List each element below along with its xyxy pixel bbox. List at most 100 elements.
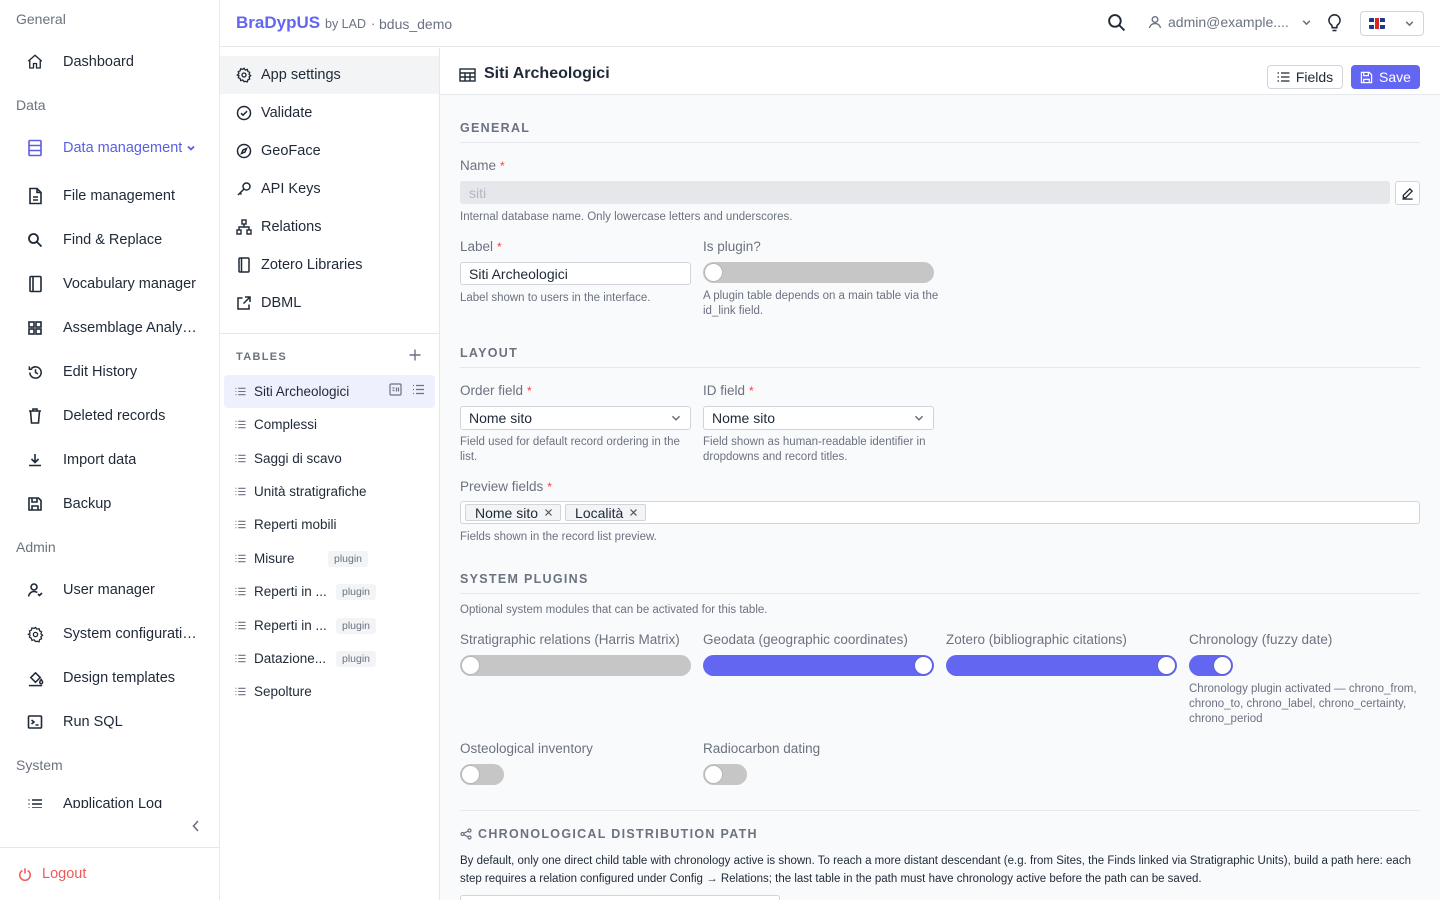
- id-field-label: ID field *: [703, 383, 754, 398]
- sidebar-item-application-log[interactable]: Application Log: [24, 795, 162, 808]
- uk-flag-icon: [1369, 18, 1385, 29]
- table-item-saggi-di-scavo[interactable]: Saggi di scavo: [224, 442, 435, 475]
- sidebar-clip: Application Log: [0, 795, 219, 808]
- sidebar-item-backup[interactable]: Backup: [24, 489, 111, 519]
- user-email: admin@example....: [1168, 14, 1289, 30]
- trash-icon: [24, 405, 46, 427]
- sidebar-item-label: System configuration: [63, 626, 197, 642]
- list-icon: [235, 553, 246, 564]
- menu-relations[interactable]: Relations: [220, 208, 439, 246]
- sidebar-item-run-sql[interactable]: Run SQL: [24, 707, 123, 737]
- section-layout-heading: LAYOUT: [460, 346, 519, 360]
- brand-separator: ·: [371, 16, 376, 31]
- menu-zotero-libraries[interactable]: Zotero Libraries: [220, 246, 439, 284]
- user-icon: [1148, 15, 1162, 29]
- external-link-icon: [235, 294, 253, 312]
- key-icon: [235, 180, 253, 198]
- table-item-complessi[interactable]: Complessi: [224, 408, 435, 441]
- plugin-badge: plugin: [328, 550, 369, 567]
- name-field-label: Name *: [460, 158, 505, 173]
- search-icon[interactable]: [1107, 13, 1126, 35]
- label-hint: Label shown to users in the interface.: [460, 292, 651, 304]
- list-icon: [235, 620, 246, 631]
- chronology-hint: Chronology plugin activated — chrono_fro…: [1189, 683, 1417, 725]
- sidebar-item-deleted-records[interactable]: Deleted records: [24, 401, 165, 431]
- language-select[interactable]: [1360, 11, 1424, 36]
- chrono-path-select[interactable]: [460, 895, 780, 900]
- menu-app-settings[interactable]: App settings: [220, 56, 439, 94]
- sidebar-item-design-templates[interactable]: Design templates: [24, 663, 175, 693]
- app-brand[interactable]: BraDypUS: [236, 13, 320, 33]
- menu-dbml[interactable]: DBML: [220, 284, 439, 322]
- save-button[interactable]: Save: [1351, 65, 1420, 89]
- zotero-label: Zotero (bibliographic citations): [946, 632, 1127, 647]
- history-icon: [24, 361, 46, 383]
- table-item-reperti-in-2[interactable]: Reperti in ... plugin: [224, 609, 435, 642]
- table-item-unita-stratigrafiche[interactable]: Unità stratigrafiche: [224, 475, 435, 508]
- table-item-reperti-mobili[interactable]: Reperti mobili: [224, 508, 435, 541]
- fields-button[interactable]: Fields: [1267, 65, 1343, 89]
- order-field-select[interactable]: Nome sito: [460, 406, 691, 430]
- user-menu[interactable]: admin@example....: [1148, 14, 1312, 30]
- toggle-knob: [705, 264, 722, 281]
- add-table-button[interactable]: [408, 348, 422, 362]
- sidebar-item-dashboard[interactable]: Dashboard: [24, 47, 134, 77]
- sql-icon[interactable]: [389, 383, 402, 396]
- menu-validate[interactable]: Validate: [220, 94, 439, 132]
- chrono-path-description: By default, only one direct child table …: [460, 855, 1411, 885]
- menu-geoface[interactable]: GeoFace: [220, 132, 439, 170]
- plugin-badge: plugin: [336, 650, 377, 667]
- table-name: Reperti mobili: [254, 517, 337, 532]
- lightbulb-icon[interactable]: [1325, 13, 1344, 36]
- table-item-sepolture[interactable]: Sepolture: [224, 675, 435, 708]
- list-icon: [235, 386, 246, 397]
- menu-api-keys[interactable]: API Keys: [220, 170, 439, 208]
- stratigraphic-toggle[interactable]: [460, 655, 691, 676]
- table-name: Datazione...: [254, 651, 327, 666]
- close-icon[interactable]: [629, 508, 638, 517]
- sidebar-item-label: Backup: [63, 496, 112, 512]
- plugins-description: Optional system modules that can be acti…: [460, 604, 768, 616]
- sidebar-item-find-replace[interactable]: Find & Replace: [24, 225, 162, 255]
- close-icon[interactable]: [544, 508, 553, 517]
- sidebar-item-import-data[interactable]: Import data: [24, 445, 136, 475]
- sidebar-item-label: Import data: [63, 452, 137, 468]
- edit-name-button[interactable]: [1395, 181, 1420, 205]
- sidebar-item-edit-history[interactable]: Edit History: [24, 357, 137, 387]
- toggle-knob: [462, 657, 479, 674]
- radiocarbon-toggle[interactable]: [703, 764, 747, 785]
- sidebar-item-assemblage[interactable]: Assemblage Analysis: [24, 313, 197, 343]
- preview-fields-input[interactable]: Nome sito Località: [460, 501, 1420, 524]
- geodata-label: Geodata (geographic coordinates): [703, 632, 908, 647]
- sidebar-item-user-manager[interactable]: User manager: [24, 575, 155, 605]
- name-field: siti: [460, 181, 1390, 204]
- table-item-reperti-in-1[interactable]: Reperti in ... plugin: [224, 575, 435, 608]
- sidebar-item-file-management[interactable]: File management: [24, 181, 175, 211]
- list-icon[interactable]: [412, 383, 425, 396]
- section-divider: [460, 810, 1420, 811]
- table-item-siti-archeologici[interactable]: Siti Archeologici: [224, 375, 435, 408]
- sidebar-item-label: Data management: [63, 140, 183, 156]
- sidebar-item-data-management[interactable]: Data management: [24, 133, 196, 163]
- table-item-misure[interactable]: Misure plugin: [224, 542, 435, 575]
- section-plugins-heading: SYSTEM PLUGINS: [460, 572, 589, 586]
- is-plugin-toggle[interactable]: [703, 262, 934, 283]
- osteological-toggle[interactable]: [460, 764, 504, 785]
- label-field[interactable]: Siti Archeologici: [460, 262, 691, 285]
- toggle-knob: [462, 766, 479, 783]
- sidebar-item-vocabulary[interactable]: Vocabulary manager: [24, 269, 196, 299]
- list-icon: [235, 486, 246, 497]
- chronology-toggle[interactable]: [1189, 655, 1233, 676]
- table-item-datazione[interactable]: Datazione... plugin: [224, 642, 435, 675]
- id-field-select[interactable]: Nome sito: [703, 406, 934, 430]
- geodata-toggle[interactable]: [703, 655, 934, 676]
- zotero-toggle[interactable]: [946, 655, 1177, 676]
- chevron-left-icon: [191, 819, 201, 833]
- sidebar-item-system-configuration[interactable]: System configuration: [24, 619, 197, 649]
- top-header: BraDypUS by LAD · bdus_demo admin@exampl…: [220, 0, 1440, 47]
- section-general-heading: GENERAL: [460, 121, 531, 135]
- logout-button[interactable]: Logout: [0, 847, 219, 900]
- collapse-sidebar-button[interactable]: [187, 816, 205, 836]
- table-name: Unità stratigrafiche: [254, 484, 367, 499]
- sidebar-item-label: Dashboard: [63, 54, 134, 70]
